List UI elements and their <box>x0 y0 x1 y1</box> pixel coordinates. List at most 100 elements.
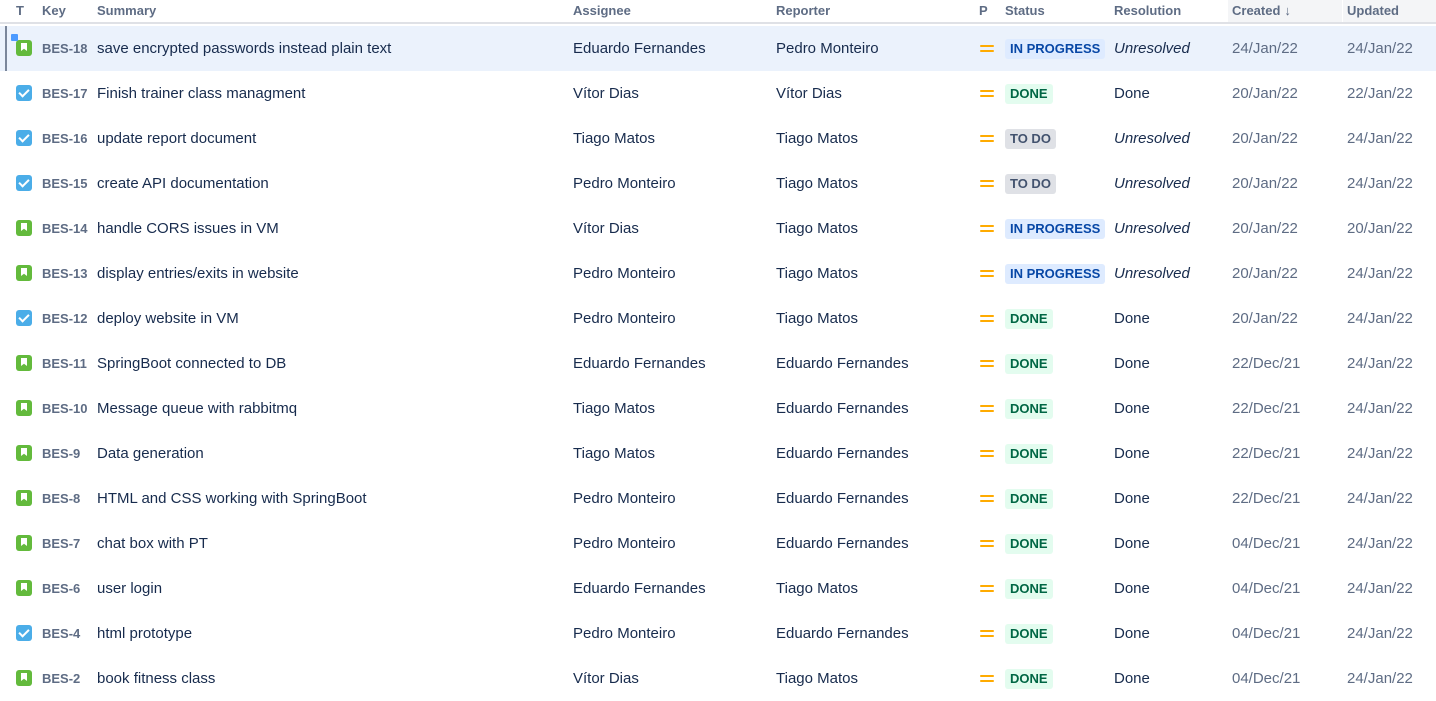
issue-created-date: 20/Jan/22 <box>1232 85 1298 102</box>
issue-assignee: Pedro Monteiro <box>573 265 676 282</box>
table-row[interactable]: BES-13 display entries/exits in website Pe… <box>0 251 1436 296</box>
issue-summary-link[interactable]: html prototype <box>97 611 192 656</box>
status-badge: TO DO <box>1005 174 1056 195</box>
issue-summary-link[interactable]: Message queue with rabbitmq <box>97 386 297 431</box>
issue-key-link[interactable]: BES-6 <box>42 566 80 611</box>
table-row[interactable]: BES-16 update report document Tiago Matos T… <box>0 116 1436 161</box>
issue-summary-link[interactable]: create API documentation <box>97 161 269 206</box>
issue-reporter: Tiago Matos <box>776 265 858 282</box>
issue-summary-link[interactable]: chat box with PT <box>97 521 208 566</box>
issue-resolution: Done <box>1114 310 1150 327</box>
issue-summary-link[interactable]: Data generation <box>97 431 204 476</box>
medium-priority-icon <box>980 539 994 548</box>
issue-summary-link[interactable]: Finish trainer class managment <box>97 71 305 116</box>
column-header-type[interactable]: T <box>16 0 24 22</box>
table-row[interactable]: BES-8 HTML and CSS working with SpringBoo… <box>0 476 1436 521</box>
issue-created-date: 24/Jan/22 <box>1232 40 1298 57</box>
table-row[interactable]: BES-2 book fitness class Vítor Dias Tiago M… <box>0 656 1436 701</box>
issue-summary-link[interactable]: deploy website in VM <box>97 296 239 341</box>
task-icon <box>16 310 32 326</box>
issue-reporter: Eduardo Fernandes <box>776 490 909 507</box>
issue-key-link[interactable]: BES-15 <box>42 161 88 206</box>
table-row[interactable]: BES-12 deploy website in VM Pedro Monteiro… <box>0 296 1436 341</box>
issue-key-link[interactable]: BES-10 <box>42 386 88 431</box>
issue-status-cell: DONE <box>1005 71 1053 116</box>
issue-created-date: 04/Dec/21 <box>1232 580 1301 597</box>
issue-reporter: Tiago Matos <box>776 580 858 597</box>
status-badge: DONE <box>1005 444 1053 465</box>
column-header-summary[interactable]: Summary <box>97 0 156 22</box>
column-header-priority[interactable]: P <box>979 0 988 22</box>
issue-summary-link[interactable]: HTML and CSS working with SpringBoot <box>97 476 367 521</box>
issue-reporter: Tiago Matos <box>776 310 858 327</box>
column-header-status[interactable]: Status <box>1005 0 1045 22</box>
column-header-updated[interactable]: Updated <box>1343 0 1436 22</box>
issue-summary-link[interactable]: handle CORS issues in VM <box>97 206 279 251</box>
issue-updated-date: 24/Jan/22 <box>1347 535 1413 552</box>
issue-key-link[interactable]: BES-2 <box>42 656 80 701</box>
issue-key-link[interactable]: BES-12 <box>42 296 88 341</box>
issue-resolution: Done <box>1114 85 1150 102</box>
issue-summary-link[interactable]: SpringBoot connected to DB <box>97 341 286 386</box>
issue-assignee: Pedro Monteiro <box>573 310 676 327</box>
table-row[interactable]: BES-9 Data generation Tiago Matos Eduardo F… <box>0 431 1436 476</box>
issue-reporter: Tiago Matos <box>776 130 858 147</box>
issue-status-cell: TO DO <box>1005 116 1056 161</box>
issue-status-cell: DONE <box>1005 611 1053 656</box>
table-row[interactable]: BES-10 Message queue with rabbitmq Tiago M… <box>0 386 1436 431</box>
issue-assignee: Eduardo Fernandes <box>573 355 706 372</box>
issue-created-date: 20/Jan/22 <box>1232 265 1298 282</box>
issue-key-link[interactable]: BES-13 <box>42 251 88 296</box>
story-icon <box>16 220 32 236</box>
table-row[interactable]: BES-6 user login Eduardo Fernandes Tiago Ma… <box>0 566 1436 611</box>
issue-created-date: 22/Dec/21 <box>1232 400 1301 417</box>
issue-key-link[interactable]: BES-9 <box>42 431 80 476</box>
issue-summary-link[interactable]: update report document <box>97 116 256 161</box>
issue-key-link[interactable]: BES-17 <box>42 71 88 116</box>
issue-summary-link[interactable]: save encrypted passwords instead plain t… <box>97 26 391 71</box>
issue-status-cell: DONE <box>1005 386 1053 431</box>
issue-key-link[interactable]: BES-18 <box>42 26 88 71</box>
story-icon <box>16 535 32 551</box>
issue-key-link[interactable]: BES-4 <box>42 611 80 656</box>
issue-reporter: Tiago Matos <box>776 175 858 192</box>
table-row[interactable]: BES-4 html prototype Pedro Monteiro Eduardo… <box>0 611 1436 656</box>
issue-summary-link[interactable]: book fitness class <box>97 656 215 701</box>
issue-updated-date: 24/Jan/22 <box>1347 265 1413 282</box>
column-header-created[interactable]: Created ↓ <box>1228 0 1342 22</box>
table-row[interactable]: BES-11 SpringBoot connected to DB Eduardo … <box>0 341 1436 386</box>
issue-assignee: Pedro Monteiro <box>573 490 676 507</box>
issue-updated-date: 24/Jan/22 <box>1347 175 1413 192</box>
table-row[interactable]: BES-17 Finish trainer class managment Víto… <box>0 71 1436 116</box>
issue-summary-link[interactable]: user login <box>97 566 162 611</box>
column-header-assignee[interactable]: Assignee <box>573 0 631 22</box>
table-row[interactable]: BES-7 chat box with PT Pedro Monteiro Eduar… <box>0 521 1436 566</box>
issue-assignee: Tiago Matos <box>573 130 655 147</box>
issue-assignee: Pedro Monteiro <box>573 535 676 552</box>
issue-resolution: Done <box>1114 625 1150 642</box>
issue-updated-date: 20/Jan/22 <box>1347 220 1413 237</box>
issue-key-link[interactable]: BES-14 <box>42 206 88 251</box>
issue-status-cell: IN PROGRESS <box>1005 206 1106 251</box>
column-header-key[interactable]: Key <box>42 0 66 22</box>
issue-key-link[interactable]: BES-8 <box>42 476 80 521</box>
table-row[interactable]: BES-18 save encrypted passwords instead p… <box>0 26 1436 71</box>
issue-key-link[interactable]: BES-16 <box>42 116 88 161</box>
table-row[interactable]: BES-15 create API documentation Pedro Mont… <box>0 161 1436 206</box>
issue-key-link[interactable]: BES-11 <box>42 341 87 386</box>
table-row[interactable]: BES-14 handle CORS issues in VM Vítor Dias… <box>0 206 1436 251</box>
issue-reporter: Eduardo Fernandes <box>776 400 909 417</box>
task-icon <box>16 175 32 191</box>
issue-key-link[interactable]: BES-7 <box>42 521 80 566</box>
issue-status-cell: DONE <box>1005 296 1053 341</box>
issue-summary-link[interactable]: display entries/exits in website <box>97 251 299 296</box>
column-header-resolution[interactable]: Resolution <box>1114 0 1181 22</box>
status-badge: DONE <box>1005 489 1053 510</box>
table-header: T Key Summary Assignee Reporter P Status… <box>0 0 1436 24</box>
issue-updated-date: 24/Jan/22 <box>1347 670 1413 687</box>
medium-priority-icon <box>980 494 994 503</box>
story-icon <box>16 580 32 596</box>
issue-created-date: 22/Dec/21 <box>1232 355 1301 372</box>
column-header-reporter[interactable]: Reporter <box>776 0 830 22</box>
medium-priority-icon <box>980 224 994 233</box>
